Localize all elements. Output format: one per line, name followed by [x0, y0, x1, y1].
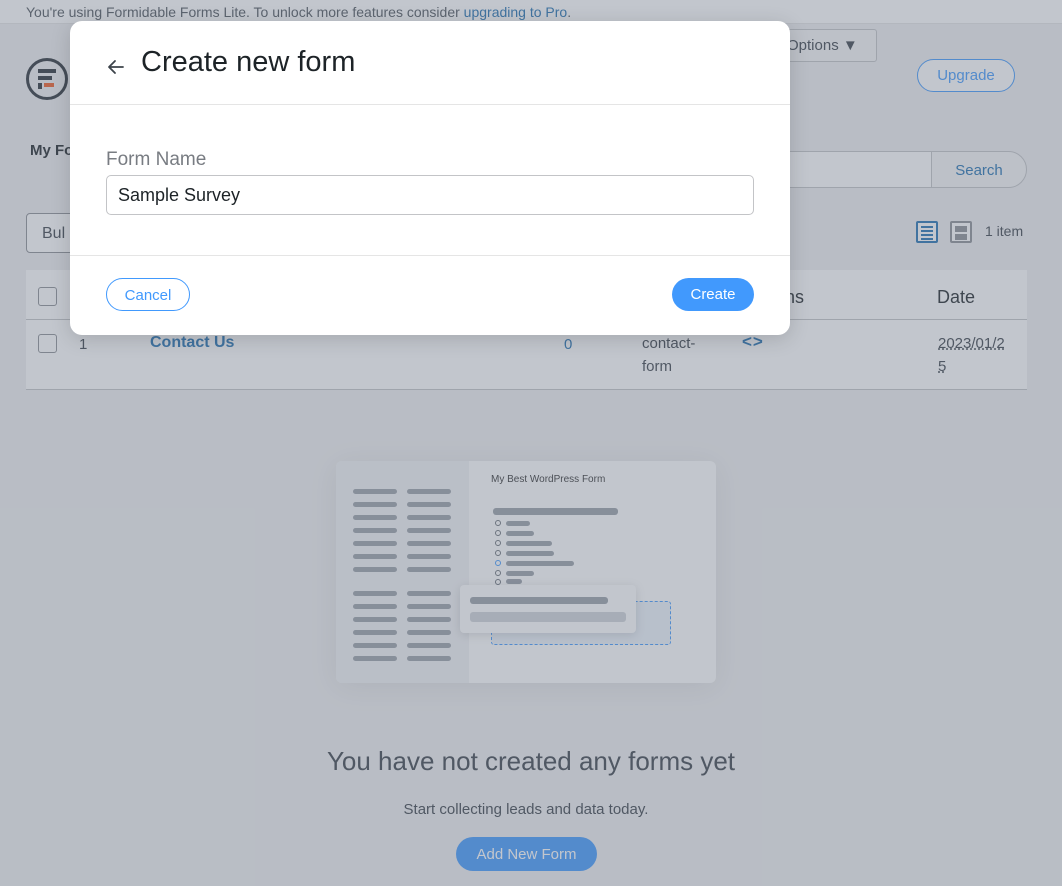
modal-header: Create new form [70, 21, 790, 105]
form-name-label: Form Name [106, 149, 207, 170]
modal-title: Create new form [141, 46, 356, 78]
create-form-modal: Create new form Form Name Cancel Create [70, 21, 790, 335]
cancel-button[interactable]: Cancel [106, 278, 190, 311]
form-name-input[interactable] [106, 175, 754, 215]
back-arrow-icon[interactable] [106, 57, 126, 77]
modal-footer-divider [70, 255, 790, 256]
create-button[interactable]: Create [672, 278, 754, 311]
